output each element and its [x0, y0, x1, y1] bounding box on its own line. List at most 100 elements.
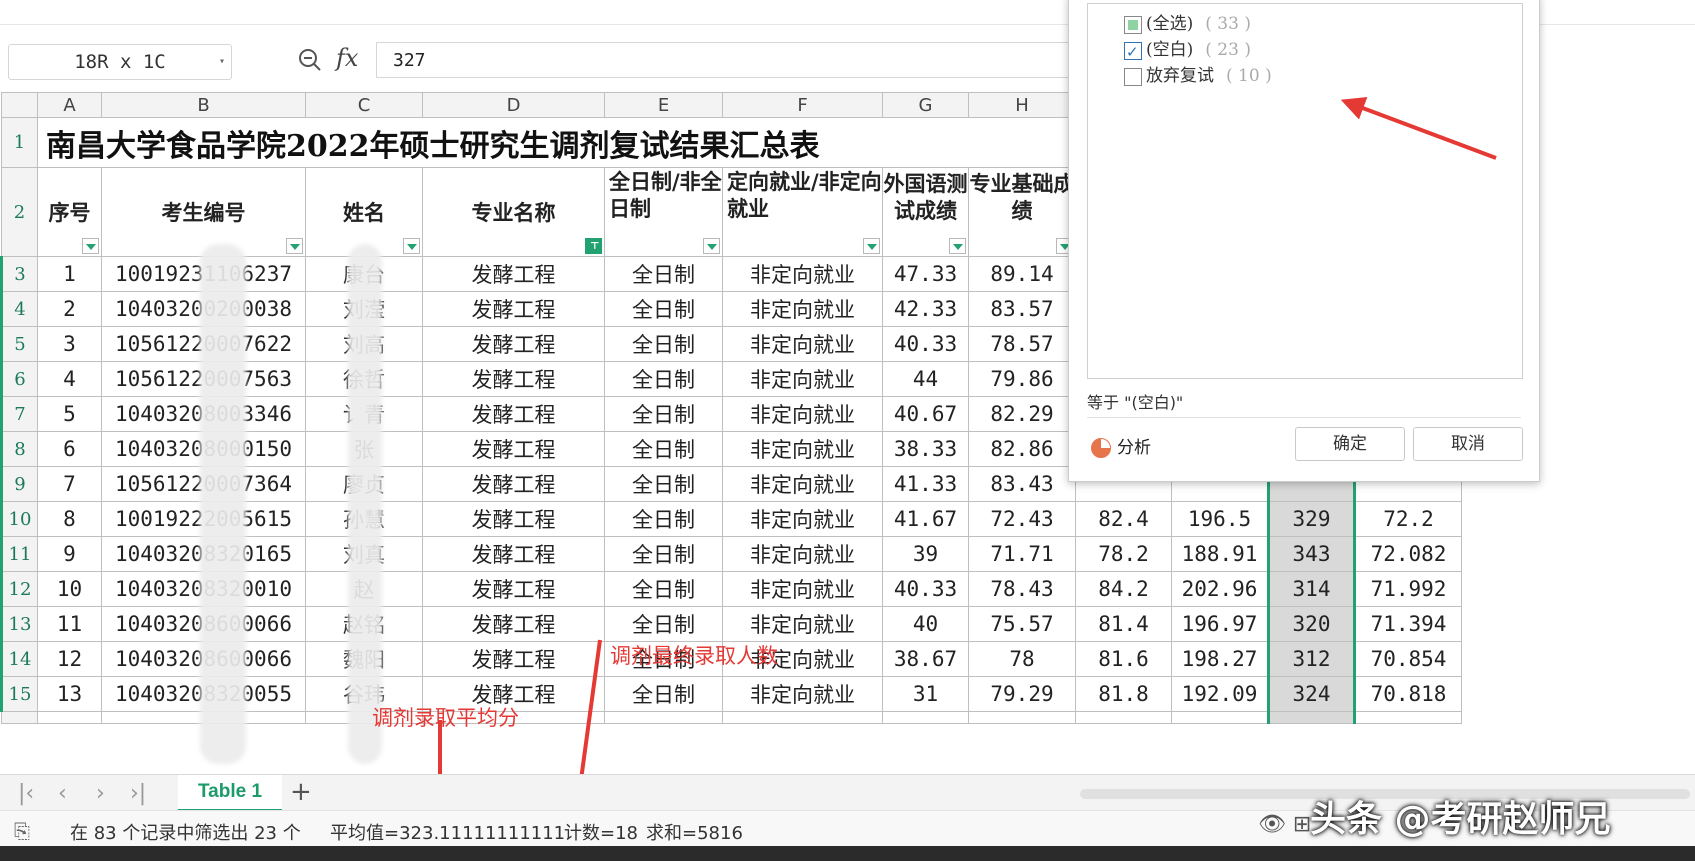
header-foreign-lang[interactable]: 外国语测试成绩	[882, 167, 969, 257]
cell-g[interactable]: 40.33	[882, 326, 969, 362]
filter-item-abandon[interactable]: 放弃复试 ( 10 )	[1124, 64, 1272, 88]
header-study-mode[interactable]: 全日制/非全日制	[604, 167, 723, 257]
row-header[interactable]: 6	[0, 361, 38, 397]
cell-f[interactable]: 非定向就业	[722, 606, 883, 642]
cell-h[interactable]: 82.86	[968, 431, 1076, 467]
row-header[interactable]: 10	[0, 501, 38, 537]
header-employment[interactable]: 定向就业/非定向就业	[722, 167, 883, 257]
cell-j[interactable]: 192.09	[1171, 676, 1269, 712]
row-header[interactable]: 9	[0, 466, 38, 502]
cell-i[interactable]: 81.4	[1075, 606, 1172, 642]
last-sheet-icon[interactable]: ›|	[130, 781, 146, 806]
cell-f[interactable]: 非定向就业	[722, 431, 883, 467]
row-header[interactable]: 1	[1, 117, 38, 168]
cell-h[interactable]: 82.29	[968, 396, 1076, 432]
cell-h[interactable]: 78	[968, 641, 1076, 677]
header-major[interactable]: 专业名称	[422, 167, 605, 257]
cell-h[interactable]: 72.43	[968, 501, 1076, 537]
cell-a[interactable]: 10	[37, 571, 102, 607]
cell-a[interactable]: 12	[37, 641, 102, 677]
cell-a[interactable]: 4	[37, 361, 102, 397]
checkbox-partial-icon[interactable]	[1124, 15, 1142, 34]
row-header[interactable]	[1, 711, 38, 724]
add-sheet-icon[interactable]: +	[290, 777, 312, 807]
name-box[interactable]: 18R x 1C ▾	[8, 44, 232, 80]
cell-g[interactable]: 38.33	[882, 431, 969, 467]
cell-h[interactable]: 78.43	[968, 571, 1076, 607]
fx-icon[interactable]: fx	[336, 44, 358, 72]
formula-input[interactable]: 327	[376, 42, 1166, 78]
cell-d[interactable]: 发酵工程	[422, 431, 605, 467]
cell-j[interactable]: 196.97	[1171, 606, 1269, 642]
cell-d[interactable]: 发酵工程	[422, 396, 605, 432]
row-header[interactable]: 15	[0, 676, 38, 712]
cell-j[interactable]: 196.5	[1171, 501, 1269, 537]
cell-h[interactable]: 75.57	[968, 606, 1076, 642]
ok-button[interactable]: 确定	[1295, 427, 1405, 461]
cell-d[interactable]: 发酵工程	[422, 536, 605, 572]
cell-e[interactable]: 全日制	[604, 396, 723, 432]
cell-h[interactable]: 89.14	[968, 256, 1076, 292]
filter-dropdown-icon[interactable]	[949, 238, 966, 254]
cell-i[interactable]: 82.4	[1075, 501, 1172, 537]
cell-g[interactable]: 38.67	[882, 641, 969, 677]
cell-a[interactable]: 5	[37, 396, 102, 432]
cell-e[interactable]: 全日制	[604, 361, 723, 397]
cell-d[interactable]: 发酵工程	[422, 256, 605, 292]
cell-h[interactable]: 83.43	[968, 466, 1076, 502]
cell-f[interactable]: 非定向就业	[722, 501, 883, 537]
next-sheet-icon[interactable]: ›	[96, 781, 105, 806]
macro-icon[interactable]: ⎘	[14, 819, 30, 843]
cell-h[interactable]: 79.29	[968, 676, 1076, 712]
zoom-out-icon[interactable]	[298, 48, 322, 72]
filter-dropdown-icon[interactable]	[286, 238, 303, 254]
cell-f[interactable]: 非定向就业	[722, 291, 883, 327]
cell-e[interactable]: 全日制	[604, 571, 723, 607]
cell-a[interactable]: 2	[37, 291, 102, 327]
cell-e[interactable]: 全日制	[604, 676, 723, 712]
cell-g[interactable]: 40.33	[882, 571, 969, 607]
column-header-f[interactable]: F	[722, 92, 883, 118]
row-header[interactable]: 14	[0, 641, 38, 677]
cell-g[interactable]: 41.33	[882, 466, 969, 502]
cell-a[interactable]: 13	[37, 676, 102, 712]
row-header[interactable]: 13	[0, 606, 38, 642]
cell-d[interactable]: 发酵工程	[422, 606, 605, 642]
cell-g[interactable]: 40.67	[882, 396, 969, 432]
cell-g[interactable]: 31	[882, 676, 969, 712]
cell-l[interactable]: 72.082	[1354, 536, 1462, 572]
cell-f[interactable]: 非定向就业	[722, 361, 883, 397]
chevron-down-icon[interactable]: ▾	[219, 45, 225, 79]
filter-dropdown-icon[interactable]	[403, 238, 420, 254]
cell-g[interactable]: 47.33	[882, 256, 969, 292]
cell-e[interactable]: 全日制	[604, 536, 723, 572]
filter-dropdown-icon[interactable]	[863, 238, 880, 254]
cell-k[interactable]: 343	[1267, 536, 1356, 572]
column-header-b[interactable]: B	[101, 92, 306, 118]
row-header[interactable]: 2	[1, 167, 38, 257]
column-header-a[interactable]: A	[37, 92, 102, 118]
cell-l[interactable]: 71.992	[1354, 571, 1462, 607]
cell-f[interactable]: 非定向就业	[722, 536, 883, 572]
column-header-c[interactable]: C	[305, 92, 423, 118]
row-header[interactable]: 3	[0, 256, 38, 292]
cell-l[interactable]: 70.818	[1354, 676, 1462, 712]
tab-table-1[interactable]: Table 1	[178, 775, 282, 812]
cell-l[interactable]: 70.854	[1354, 641, 1462, 677]
cell-j[interactable]: 188.91	[1171, 536, 1269, 572]
cell-j[interactable]: 202.96	[1171, 571, 1269, 607]
header-exam-id[interactable]: 考生编号	[101, 167, 306, 257]
filter-item-select-all[interactable]: (全选) ( 33 )	[1124, 12, 1251, 36]
cell-e[interactable]: 全日制	[604, 326, 723, 362]
cell-d[interactable]: 发酵工程	[422, 501, 605, 537]
cell-d[interactable]: 发酵工程	[422, 641, 605, 677]
cell-e[interactable]: 全日制	[604, 501, 723, 537]
cell-g[interactable]: 44	[882, 361, 969, 397]
header-seq[interactable]: 序号	[37, 167, 102, 257]
cell-a[interactable]: 11	[37, 606, 102, 642]
cell-j[interactable]: 198.27	[1171, 641, 1269, 677]
cell-h[interactable]: 79.86	[968, 361, 1076, 397]
cell-i[interactable]: 81.6	[1075, 641, 1172, 677]
cell-d[interactable]: 发酵工程	[422, 291, 605, 327]
cell-k[interactable]: 329	[1267, 501, 1356, 537]
